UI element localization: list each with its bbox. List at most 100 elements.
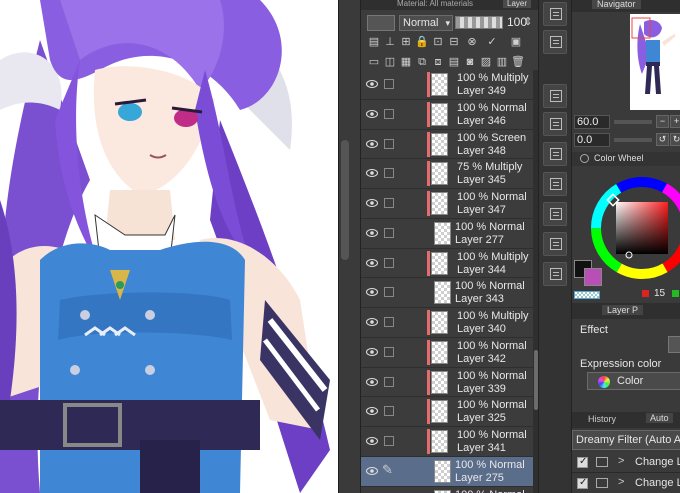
rotation-slider[interactable]: [614, 138, 652, 142]
layer-select-checkbox[interactable]: [384, 198, 394, 208]
layer-select-checkbox[interactable]: [384, 168, 394, 179]
panel-toggle-button-3[interactable]: [543, 84, 567, 108]
ruler-icon[interactable]: ▥: [495, 55, 509, 69]
layer-row[interactable]: 100 % Multiply Layer 344: [361, 248, 533, 279]
eye-icon[interactable]: [366, 466, 378, 476]
eye-icon[interactable]: [366, 287, 378, 297]
lock-icon[interactable]: 🔒: [415, 35, 429, 49]
zoom-in-button[interactable]: +: [670, 115, 680, 128]
layer-select-checkbox[interactable]: [384, 346, 394, 357]
eye-icon[interactable]: [366, 109, 378, 119]
layer-select-checkbox[interactable]: [384, 257, 394, 268]
layer-row[interactable]: 100 % Multiply Layer 349: [361, 70, 533, 100]
eye-icon[interactable]: [366, 436, 378, 446]
rotation-field[interactable]: 0.0: [574, 133, 610, 147]
action-dialog-icon[interactable]: [596, 478, 608, 488]
draft-layer-icon[interactable]: ⊞: [399, 35, 413, 49]
create-mask-icon[interactable]: ◙: [463, 55, 477, 69]
eye-icon[interactable]: [366, 347, 378, 357]
layer-select-checkbox[interactable]: [384, 317, 394, 327]
clip-icon[interactable]: ⊟: [447, 35, 461, 49]
layer-row[interactable]: 100 % Screen Layer 348: [361, 129, 533, 160]
layer-select-checkbox[interactable]: [384, 108, 394, 119]
zoom-slider[interactable]: [614, 120, 652, 124]
zoom-out-button[interactable]: −: [656, 115, 669, 128]
layer-row[interactable]: 100 % Normal Layer 343: [361, 278, 533, 308]
combine-layer-icon[interactable]: ⧈: [431, 55, 445, 69]
layer-select-checkbox[interactable]: [384, 227, 394, 238]
eye-icon[interactable]: [366, 406, 378, 416]
navigator-tab[interactable]: Navigator: [592, 0, 641, 9]
history-tab[interactable]: History: [588, 414, 616, 424]
expression-color-select[interactable]: Color: [587, 372, 680, 390]
drawing-canvas[interactable]: [0, 0, 338, 493]
trash-icon[interactable]: 🗑: [511, 55, 525, 69]
panel-toggle-button-8[interactable]: [543, 232, 567, 256]
layer-property-tab[interactable]: Layer P: [602, 305, 644, 315]
layer-row[interactable]: 100 % Normal Layer 341: [361, 427, 533, 457]
blend-mode-select[interactable]: Normal ▾: [399, 15, 453, 31]
eye-icon[interactable]: [366, 317, 378, 327]
auto-action-tab[interactable]: Auto: [646, 413, 673, 423]
apply-mask-icon[interactable]: ▨: [479, 55, 493, 69]
transfer-down-icon[interactable]: ⧉: [415, 55, 429, 69]
layer-select-checkbox[interactable]: [384, 79, 394, 89]
palette-icon[interactable]: ▤: [367, 35, 381, 49]
chevron-right-icon[interactable]: >: [618, 476, 624, 488]
layer-color-box[interactable]: [367, 15, 395, 31]
rotate-right-button[interactable]: ↻: [670, 133, 680, 146]
panel-toggle-button-2[interactable]: [543, 30, 567, 54]
action-dialog-icon[interactable]: [596, 457, 608, 467]
panel-toggle-button-5[interactable]: [543, 142, 567, 166]
sub-color-swatch[interactable]: [584, 268, 602, 286]
auto-action-item[interactable]: > Change L: [572, 473, 680, 493]
lock-transparent-icon[interactable]: ⊡: [431, 35, 445, 49]
effect-button[interactable]: [668, 336, 680, 353]
panel-toggle-button-9[interactable]: [543, 262, 567, 286]
transparent-color-swatch[interactable]: [574, 291, 600, 299]
chevron-right-icon[interactable]: >: [618, 455, 624, 467]
layer-color-icon[interactable]: ▣: [509, 35, 523, 49]
layer-row[interactable]: 100 % Multiply Layer 340: [361, 308, 533, 338]
layer-select-checkbox[interactable]: [384, 376, 394, 387]
material-panel-title[interactable]: Material: All materials: [397, 0, 473, 8]
eye-icon[interactable]: [366, 168, 378, 178]
layer-row[interactable]: 75 % Multiply Layer 345: [361, 159, 533, 189]
auto-action-set-select[interactable]: Dreamy Filter (Auto Act: [572, 430, 680, 450]
panel-toggle-button-4[interactable]: [543, 112, 567, 136]
auto-action-item[interactable]: > Change L: [572, 452, 680, 473]
stepper-icon[interactable]: ⇕: [521, 15, 535, 29]
layer-row[interactable]: 100 % Normal Layer 277: [361, 218, 533, 249]
layer-row[interactable]: 100 % Normal Layer 339: [361, 367, 533, 398]
rotate-left-button[interactable]: ↺: [656, 133, 669, 146]
red-channel-value[interactable]: 15: [654, 288, 665, 299]
panel-toggle-button-7[interactable]: [543, 202, 567, 226]
layer-row[interactable]: 100 % Normal Layer 342: [361, 337, 533, 368]
eye-icon[interactable]: [366, 377, 378, 387]
layer-row[interactable]: 100 % Normal Layer 347: [361, 189, 533, 219]
merge-visible-icon[interactable]: ▤: [447, 55, 461, 69]
layer-tab[interactable]: Layer: [503, 0, 532, 8]
layer-select-checkbox[interactable]: [384, 138, 394, 149]
eye-icon[interactable]: [366, 258, 378, 268]
new-vector-layer-icon[interactable]: ◫: [383, 55, 397, 69]
new-folder-icon[interactable]: ▦: [399, 55, 413, 69]
eye-icon[interactable]: [366, 139, 378, 149]
action-enabled-checkbox[interactable]: [577, 456, 588, 468]
layer-select-checkbox[interactable]: [384, 406, 394, 417]
layer-row[interactable]: 100 % Normal Layer 325: [361, 397, 533, 427]
new-raster-layer-icon[interactable]: ▭: [367, 55, 381, 69]
check-icon[interactable]: ✓: [485, 35, 499, 49]
navigator-preview[interactable]: [630, 14, 680, 110]
layer-row[interactable]: ✎ 100 % Normal Layer 275: [361, 456, 533, 487]
color-wheel-tab[interactable]: Color Wheel: [594, 153, 644, 163]
opacity-slider[interactable]: [455, 16, 503, 29]
panel-toggle-button-1[interactable]: [543, 2, 567, 26]
layer-row[interactable]: 100 % Normal: [361, 486, 533, 493]
eye-icon[interactable]: [366, 228, 378, 238]
zoom-field[interactable]: 60.0: [574, 115, 610, 129]
panel-toggle-button-6[interactable]: [543, 172, 567, 196]
layer-select-checkbox[interactable]: [384, 287, 394, 298]
main-sub-color[interactable]: [574, 260, 604, 288]
eye-icon[interactable]: [366, 198, 378, 208]
